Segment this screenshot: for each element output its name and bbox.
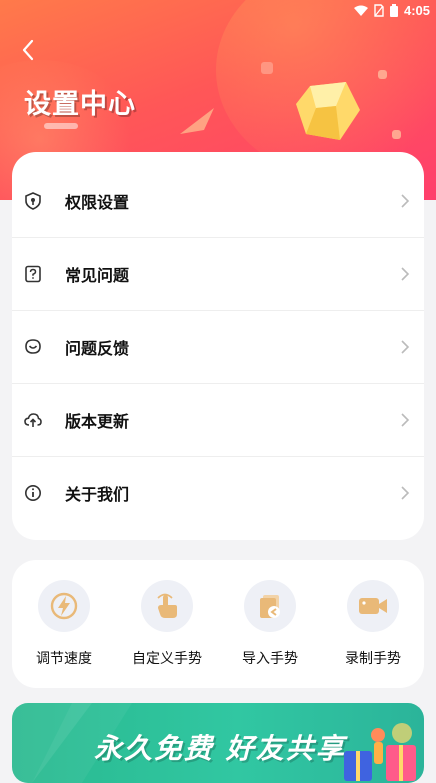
promo-banner[interactable]: 永久免费 好友共享 <box>12 703 424 783</box>
feedback-icon <box>24 338 42 356</box>
chevron-right-icon <box>401 194 410 208</box>
tool-label: 导入手势 <box>242 651 298 667</box>
decorative-dot <box>392 130 401 139</box>
tool-adjust-speed[interactable]: 调节速度 <box>19 580 109 668</box>
cloud-upload-icon <box>24 411 42 429</box>
tool-label: 自定义手势 <box>132 651 202 667</box>
tool-label: 调节速度 <box>36 651 92 667</box>
back-button[interactable] <box>14 36 42 64</box>
menu-item-feedback[interactable]: 问题反馈 <box>12 311 424 383</box>
no-sim-icon <box>374 4 384 17</box>
decorative-dot <box>378 70 387 79</box>
chevron-right-icon <box>401 267 410 281</box>
video-icon <box>347 580 399 632</box>
menu-item-label: 权限设置 <box>65 193 130 212</box>
shield-icon <box>24 192 42 210</box>
tool-import-gesture[interactable]: 导入手势 <box>225 580 315 668</box>
menu-item-faq[interactable]: 常见问题 <box>12 238 424 310</box>
tool-label: 录制手势 <box>345 651 401 667</box>
chevron-left-icon <box>22 39 34 61</box>
lightning-icon <box>38 580 90 632</box>
tool-record-gesture[interactable]: 录制手势 <box>328 580 418 668</box>
tools-panel: 调节速度 自定义手势 导入手势 录制手势 <box>12 560 424 688</box>
title-decoration <box>44 123 78 129</box>
decorative-dot <box>261 62 273 74</box>
decorative-gem <box>296 82 360 140</box>
menu-item-update[interactable]: 版本更新 <box>12 384 424 456</box>
gift-box-icon <box>344 728 416 781</box>
decorative-triangle <box>180 108 214 134</box>
chevron-right-icon <box>401 340 410 354</box>
menu-item-permissions[interactable]: 权限设置 <box>12 165 424 237</box>
chevron-right-icon <box>401 486 410 500</box>
wifi-icon <box>353 5 368 16</box>
page-title: 设置中心 <box>24 89 136 120</box>
question-icon <box>24 265 42 283</box>
menu-item-about[interactable]: 关于我们 <box>12 457 424 529</box>
menu-item-label: 常见问题 <box>65 266 130 285</box>
tap-hand-icon <box>141 580 193 632</box>
status-time: 4:05 <box>403 3 430 18</box>
menu-item-label: 问题反馈 <box>65 339 130 358</box>
status-bar: 4:05 <box>0 0 436 22</box>
info-icon <box>24 484 42 502</box>
tool-custom-gesture[interactable]: 自定义手势 <box>122 580 212 668</box>
import-icon <box>244 580 296 632</box>
menu-item-label: 版本更新 <box>65 412 130 431</box>
chevron-right-icon <box>401 413 410 427</box>
battery-icon <box>389 4 398 17</box>
menu-item-label: 关于我们 <box>65 485 130 504</box>
settings-list: 权限设置 常见问题 问题反馈 版本更新 关于我们 <box>12 152 424 540</box>
banner-text: 永久免费 好友共享 <box>94 732 346 765</box>
